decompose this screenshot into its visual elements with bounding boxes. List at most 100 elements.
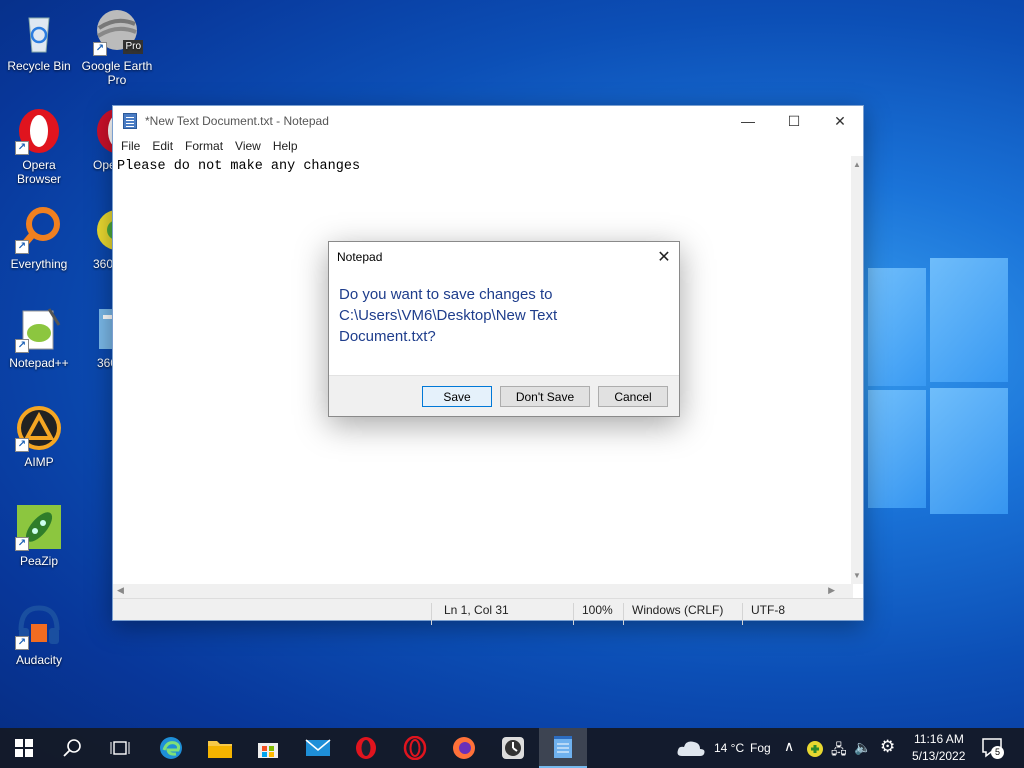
zoom-level: 100% — [582, 603, 613, 617]
taskbar: 14 °C Fog ∧ 🖧 🔈 ⚙ 11:16 AM 5/13/2022 5 — [0, 728, 1024, 768]
recycle-bin-icon — [15, 8, 63, 56]
encoding: UTF-8 — [751, 603, 785, 617]
scroll-right-icon[interactable]: ▶ — [828, 585, 835, 596]
save-button[interactable]: Save — [422, 386, 492, 407]
menu-view[interactable]: View — [229, 139, 267, 153]
volume-icon[interactable]: 🔈 — [854, 739, 871, 756]
notification-count-badge: 5 — [991, 746, 1004, 759]
desktop-icon-aimp[interactable]: ↗ AIMP — [1, 404, 77, 469]
peazip-icon: ↗ — [15, 503, 63, 551]
dialog-title-bar[interactable]: Notepad ✕ — [329, 242, 679, 272]
windows-start-icon — [15, 739, 33, 757]
shortcut-arrow-icon: ↗ — [93, 42, 107, 56]
show-hidden-icons-chevron-up-icon[interactable]: ∧ — [784, 738, 794, 755]
desktop-icon-peazip[interactable]: ↗ PeaZip — [1, 503, 77, 568]
folder-icon — [208, 741, 232, 758]
taskbar-edge[interactable] — [147, 728, 195, 768]
windows-logo-wallpaper — [868, 258, 1008, 518]
desktop-icon-google-earth-pro[interactable]: Pro ↗ Google Earth Pro — [79, 8, 155, 87]
shortcut-arrow-icon: ↗ — [15, 537, 29, 551]
taskbar-opera[interactable] — [342, 728, 390, 768]
vertical-scrollbar[interactable]: ▲ ▼ — [851, 156, 863, 584]
notification-center-button[interactable]: 5 — [982, 738, 1004, 763]
clock-date[interactable]: 5/13/2022 — [912, 749, 965, 763]
minimize-button[interactable]: — — [725, 106, 771, 136]
360-zip-icon — [93, 305, 113, 353]
desktop-icon-opera-2[interactable]: Opera Browser — [79, 107, 113, 172]
dont-save-button[interactable]: Don't Save — [500, 386, 590, 407]
taskbar-file-explorer[interactable] — [196, 728, 244, 768]
360-security-icon — [93, 206, 113, 254]
scroll-up-icon[interactable]: ▲ — [853, 160, 861, 169]
shortcut-arrow-icon: ↗ — [15, 636, 29, 650]
taskbar-notepad[interactable] — [539, 728, 587, 768]
status-bar: Ln 1, Col 31 100% Windows (CRLF) UTF-8 — [113, 598, 863, 625]
store-icon — [258, 743, 278, 758]
cursor-position: Ln 1, Col 31 — [444, 603, 509, 617]
opera-icon — [93, 107, 113, 155]
clock-app-icon — [502, 737, 524, 759]
start-button[interactable] — [0, 728, 48, 768]
weather-condition: Fog — [750, 741, 771, 755]
tray-app-icon[interactable] — [806, 740, 824, 763]
menu-edit[interactable]: Edit — [146, 139, 179, 153]
firefox-icon — [453, 737, 475, 759]
menu-file[interactable]: File — [115, 139, 146, 153]
settings-gear-icon[interactable]: ⚙ — [880, 737, 895, 757]
desktop-icon-notepad-plus-plus[interactable]: ↗ Notepad++ — [1, 305, 77, 370]
task-view-icon — [110, 741, 130, 755]
notepad-icon — [554, 736, 572, 758]
scroll-down-icon[interactable]: ▼ — [853, 571, 861, 580]
shortcut-arrow-icon: ↗ — [15, 339, 29, 353]
audacity-icon: ↗ — [15, 602, 63, 650]
desktop-icon-everything[interactable]: ↗ Everything — [1, 206, 77, 271]
maximize-button[interactable]: ☐ — [771, 106, 817, 136]
pro-badge: Pro — [123, 40, 143, 54]
weather-widget[interactable] — [676, 738, 706, 763]
shortcut-arrow-icon: ↗ — [15, 240, 29, 254]
menu-format[interactable]: Format — [179, 139, 229, 153]
opera-icon — [356, 737, 376, 759]
taskbar-firefox[interactable] — [440, 728, 488, 768]
shortcut-arrow-icon: ↗ — [15, 141, 29, 155]
search-button[interactable] — [48, 728, 96, 768]
weather-temp: 14 °C — [714, 741, 745, 755]
mail-icon — [305, 739, 331, 756]
menu-bar: File Edit Format View Help — [113, 136, 863, 156]
opera-gx-icon — [403, 736, 427, 760]
360-tray-icon — [807, 741, 823, 757]
task-view-button[interactable] — [96, 728, 144, 768]
window-title: *New Text Document.txt - Notepad — [145, 114, 329, 128]
shortcut-arrow-icon: ↗ — [15, 438, 29, 452]
google-earth-icon: Pro ↗ — [93, 8, 143, 56]
taskbar-store[interactable] — [244, 728, 292, 768]
save-changes-dialog[interactable]: Notepad ✕ Do you want to save changes to… — [328, 241, 680, 417]
scroll-left-icon[interactable]: ◀ — [117, 585, 124, 596]
opera-icon: ↗ — [15, 107, 63, 155]
cancel-button[interactable]: Cancel — [598, 386, 668, 407]
aimp-icon: ↗ — [15, 404, 63, 452]
taskbar-clock-app[interactable] — [489, 728, 537, 768]
close-button[interactable]: ✕ — [817, 106, 863, 136]
desktop-icon-360-security[interactable]: 360 Security — [79, 206, 113, 271]
taskbar-opera-gx[interactable] — [391, 728, 439, 768]
desktop-icon-audacity[interactable]: ↗ Audacity — [1, 602, 77, 667]
cloud-icon — [677, 741, 705, 756]
everything-search-icon: ↗ — [15, 206, 63, 254]
notepad-plus-plus-icon: ↗ — [15, 305, 63, 353]
desktop-icon-opera[interactable]: ↗ Opera Browser — [1, 107, 77, 186]
desktop-icon-recycle-bin[interactable]: Recycle Bin — [1, 8, 77, 73]
dialog-close-button[interactable]: ✕ — [649, 242, 679, 272]
dialog-button-row: Save Don't Save Cancel — [329, 375, 679, 416]
network-icon[interactable]: 🖧 — [831, 739, 847, 763]
desktop-icon-360[interactable]: 360 — [79, 305, 113, 370]
menu-help[interactable]: Help — [267, 139, 304, 153]
dialog-message: Do you want to save changes to C:\Users\… — [339, 286, 558, 345]
clock-time[interactable]: 11:16 AM — [914, 732, 964, 746]
search-icon — [63, 739, 81, 757]
taskbar-mail[interactable] — [294, 728, 342, 768]
notepad-title-bar[interactable]: *New Text Document.txt - Notepad — ☐ ✕ — [113, 106, 863, 136]
horizontal-scrollbar[interactable]: ◀ ▶ — [113, 584, 853, 598]
line-ending: Windows (CRLF) — [632, 603, 724, 617]
notepad-icon — [123, 113, 137, 129]
